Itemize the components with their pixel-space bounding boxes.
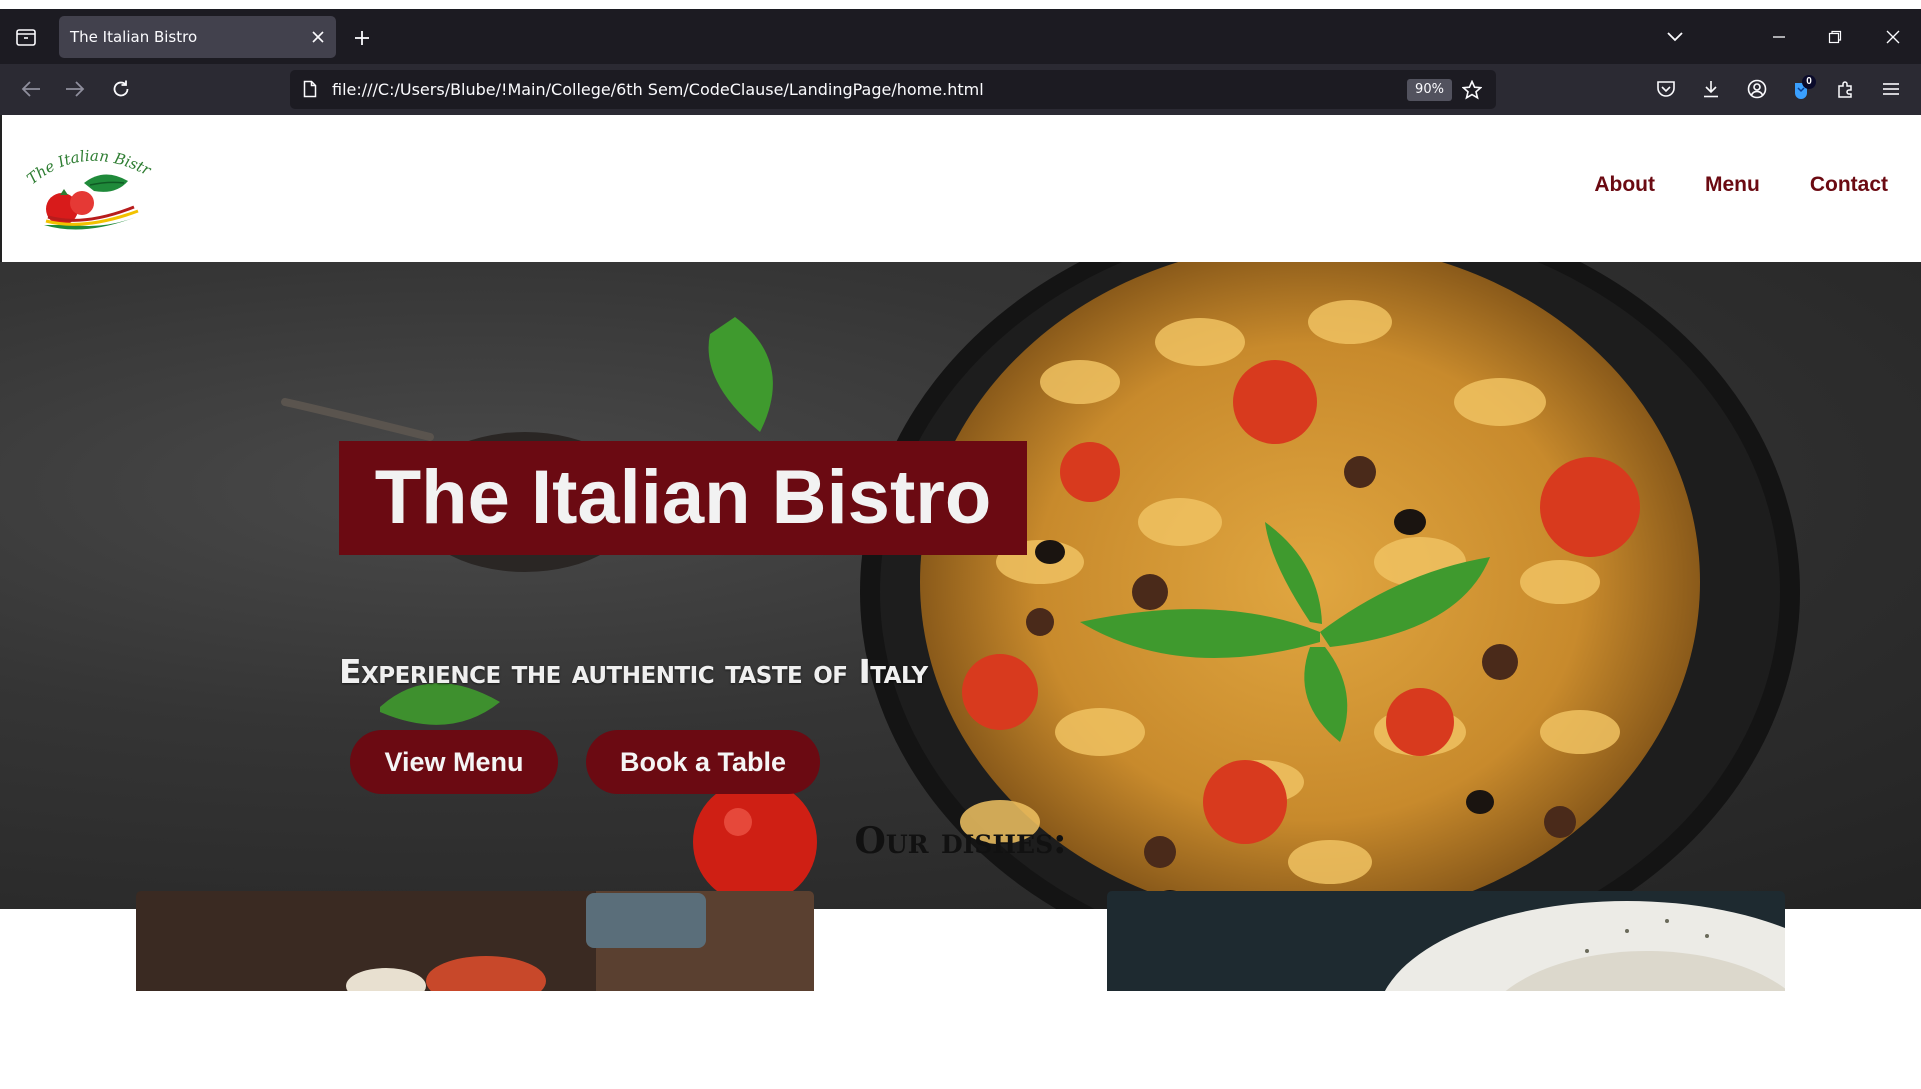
downloads-button[interactable] bbox=[1694, 72, 1728, 106]
account-button[interactable] bbox=[1740, 72, 1774, 106]
tab-list-icon bbox=[16, 29, 36, 46]
site-header: The Italian Bistro About Menu Contact bbox=[0, 115, 1921, 262]
dish-image-1 bbox=[136, 891, 814, 991]
restore-button[interactable] bbox=[1817, 19, 1853, 55]
nav-contact-link[interactable]: Contact bbox=[1810, 173, 1888, 197]
star-icon bbox=[1462, 80, 1482, 100]
nav-menu-link[interactable]: Menu bbox=[1705, 173, 1760, 197]
list-all-tabs-button[interactable] bbox=[1657, 19, 1693, 55]
tab-bar: The Italian Bistro bbox=[0, 9, 1921, 64]
navigation-toolbar: file:///C:/Users/Blube/!Main/College/6th… bbox=[0, 64, 1921, 115]
extension-badge: 0 bbox=[1802, 75, 1816, 89]
hero-title: The Italian Bistro bbox=[339, 441, 1027, 555]
reload-icon bbox=[113, 80, 129, 97]
back-arrow-icon bbox=[21, 81, 40, 97]
pocket-button[interactable] bbox=[1649, 72, 1683, 106]
dish-image-2 bbox=[1107, 891, 1785, 991]
book-table-button[interactable]: Book a Table bbox=[586, 730, 820, 794]
restore-icon bbox=[1828, 30, 1842, 44]
pocket-icon bbox=[1657, 81, 1675, 97]
tab-close-button[interactable] bbox=[306, 25, 330, 49]
hero-section: The Italian Bistro Experience the authen… bbox=[0, 262, 1921, 909]
site-nav: About Menu Contact bbox=[1594, 173, 1888, 197]
close-icon bbox=[1886, 30, 1900, 44]
extension-button[interactable]: 0 bbox=[1784, 72, 1818, 106]
puzzle-icon bbox=[1838, 81, 1852, 98]
extensions-menu-button[interactable] bbox=[1829, 72, 1863, 106]
tab-title: The Italian Bistro bbox=[70, 28, 198, 46]
view-menu-button[interactable]: View Menu bbox=[350, 730, 558, 794]
hero-background-image bbox=[281, 262, 1800, 909]
close-window-button[interactable] bbox=[1875, 19, 1911, 55]
dishes-heading: Our dishes: bbox=[854, 820, 1067, 862]
tab-list-button[interactable] bbox=[6, 19, 46, 55]
top-strip bbox=[0, 0, 1921, 9]
download-icon bbox=[1704, 81, 1718, 98]
dish-card-2[interactable] bbox=[1107, 891, 1785, 991]
page-icon bbox=[300, 79, 320, 99]
plus-icon bbox=[355, 31, 369, 45]
web-page: The Italian Bistro About Menu Contact bbox=[0, 115, 1921, 1089]
url-bar[interactable]: file:///C:/Users/Blube/!Main/College/6th… bbox=[290, 70, 1496, 109]
logo[interactable]: The Italian Bistro bbox=[24, 145, 156, 237]
menu-icon bbox=[1883, 83, 1899, 95]
active-tab[interactable]: The Italian Bistro bbox=[59, 16, 336, 58]
minimize-icon bbox=[1773, 36, 1785, 38]
forward-button[interactable] bbox=[58, 72, 92, 106]
forward-arrow-icon bbox=[66, 81, 85, 97]
hero-subtitle: Experience the authentic taste of Italy bbox=[339, 652, 928, 691]
dish-card-1[interactable] bbox=[136, 891, 814, 991]
close-icon bbox=[312, 31, 324, 43]
back-button[interactable] bbox=[14, 72, 48, 106]
reload-button[interactable] bbox=[104, 72, 138, 106]
bookmark-button[interactable] bbox=[1458, 76, 1486, 104]
chevron-down-icon bbox=[1667, 32, 1683, 42]
nav-about-link[interactable]: About bbox=[1594, 173, 1655, 197]
account-icon bbox=[1747, 79, 1767, 99]
minimize-button[interactable] bbox=[1761, 19, 1797, 55]
url-text[interactable]: file:///C:/Users/Blube/!Main/College/6th… bbox=[332, 70, 984, 109]
zoom-level-badge[interactable]: 90% bbox=[1407, 79, 1452, 101]
app-menu-button[interactable] bbox=[1874, 72, 1908, 106]
new-tab-button[interactable] bbox=[346, 23, 378, 53]
